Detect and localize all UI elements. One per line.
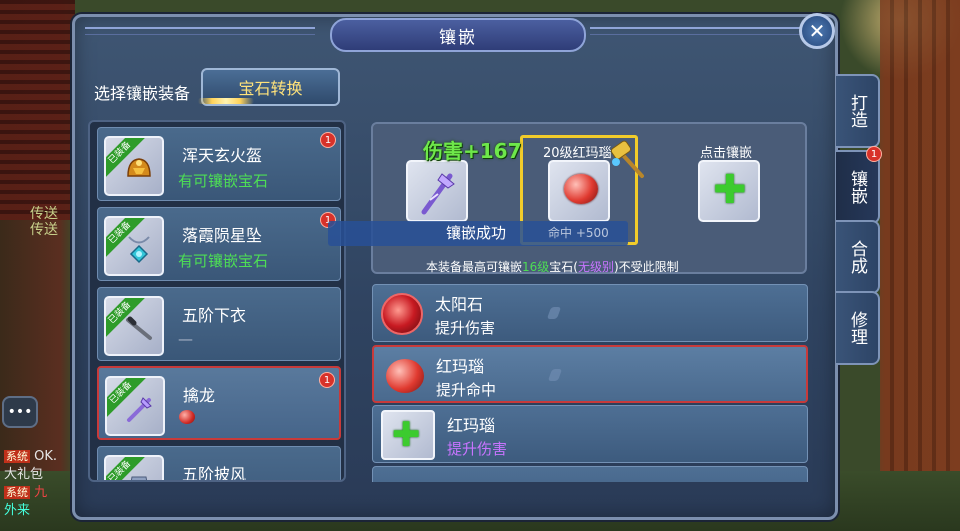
success-message: 镶嵌成功 [446, 224, 507, 242]
select-equipment-label: 选择镶嵌装备 [94, 84, 191, 103]
tab-compose[interactable]: 合成 [836, 220, 880, 294]
temple-roof-right [880, 0, 960, 531]
equipment-slot: 已装备 [104, 296, 164, 356]
row-decoration [546, 307, 562, 319]
gem-effect: 提升伤害 [435, 319, 496, 337]
tab-forge[interactable]: 打造 [836, 74, 880, 148]
inlaid-gem-icon [179, 410, 195, 424]
equipment-status: 有可镶嵌宝石 [178, 172, 269, 190]
gem-row-red-agate-add[interactable]: ✚ 红玛瑙 提升伤害 [372, 405, 808, 463]
pants-icon [126, 316, 152, 340]
equipment-slot: 已装备 [104, 136, 164, 196]
tab-inlay[interactable]: 镶嵌 1 [836, 146, 882, 224]
equipment-name: 擒龙 [183, 386, 216, 405]
equipment-name: 五阶下衣 [182, 306, 247, 325]
notification-badge: 1 [319, 372, 335, 388]
hammer-icon [610, 140, 644, 178]
equipment-preview-slot [406, 160, 468, 222]
equipment-name: 五阶披风 [182, 465, 247, 482]
sparkle-effect [198, 98, 254, 104]
equipment-slot: 已装备 [105, 376, 165, 436]
equipment-name: 落霞陨星坠 [182, 226, 263, 245]
title-decoration-left [85, 27, 315, 35]
pendant-icon [128, 236, 150, 264]
title-decoration-right [590, 27, 820, 35]
add-icon: ✚ [713, 167, 747, 213]
equipment-list[interactable]: 已装备 浑天玄火盔 有可镶嵌宝石 1 已装备 落霞陨星坠 有可镶嵌宝石 1 已装… [88, 120, 346, 482]
add-gem-icon: ✚ [381, 410, 435, 460]
close-icon: ✕ [808, 19, 826, 43]
temple-roof-left [0, 0, 75, 220]
gem-name: 太阳石 [435, 295, 484, 314]
sun-gem-icon [381, 293, 423, 335]
equipment-item-helmet[interactable]: 已装备 浑天玄火盔 有可镶嵌宝石 1 [97, 127, 341, 201]
equipment-name: 浑天玄火盔 [182, 146, 263, 165]
equipment-status: 有可镶嵌宝石 [178, 252, 269, 270]
gem-name: 红玛瑙 [436, 357, 485, 376]
equipment-item-cape[interactable]: 已装备 五阶披风 [97, 446, 341, 482]
gem-row-partial[interactable] [372, 466, 808, 482]
chat-line: 系统 九 [4, 485, 48, 500]
row-decoration [547, 369, 563, 381]
notification-badge: 1 [866, 146, 882, 162]
equipment-item-weapon[interactable]: 已装备 擒龙 1 [97, 366, 341, 440]
red-agate-icon [564, 174, 598, 204]
equipment-item-pendant[interactable]: 已装备 落霞陨星坠 有可镶嵌宝石 1 [97, 207, 341, 281]
panel-title: 镶嵌 [439, 27, 477, 48]
notification-badge: 1 [320, 132, 336, 148]
tab-label: 修理 [847, 311, 867, 345]
gem-row-sunstone[interactable]: 太阳石 提升伤害 [372, 284, 808, 342]
weapon-icon [127, 397, 152, 422]
red-agate-icon [386, 359, 424, 393]
inlay-action-slot[interactable]: ✚ [698, 160, 760, 222]
cape-icon [130, 476, 148, 480]
helmet-icon [127, 158, 151, 177]
add-icon: ✚ [392, 415, 421, 455]
tab-label: 合成 [847, 240, 867, 274]
panel-title-bar: 镶嵌 [330, 18, 586, 52]
equipment-item-pants[interactable]: 已装备 五阶下衣 — [97, 287, 341, 361]
scene-side-text: 传送 传送 [30, 206, 58, 238]
gem-slot[interactable] [548, 160, 610, 222]
gem-effect: 提升伤害 [447, 440, 508, 458]
close-button[interactable]: ✕ [799, 13, 835, 49]
gem-list[interactable]: 太阳石 提升伤害 红玛瑙 提升命中 ✚ 红玛瑙 提升伤害 [372, 282, 808, 482]
gem-name: 红玛瑙 [447, 416, 496, 435]
weapon-icon [421, 173, 455, 215]
gem-slot-title: 20级红玛瑙 [543, 146, 612, 161]
gem-effect: 提升命中 [436, 381, 497, 399]
equipment-slot: 已装备 [104, 455, 164, 480]
gem-attribute-text: 命中 +500 [548, 226, 609, 240]
tab-repair[interactable]: 修理 [836, 291, 880, 365]
equipment-status: — [178, 330, 193, 348]
equipment-slot: 已装备 [104, 216, 164, 276]
damage-float-text: 伤害+167 [423, 139, 522, 163]
chat-button[interactable]: ••• [2, 396, 38, 428]
chat-line: 系统 OK. [4, 449, 58, 464]
click-inlay-title: 点击镶嵌 [700, 146, 753, 161]
chat-log: 系统 OK. 大礼包 系统 九 外来 [4, 448, 74, 520]
inlay-limit-note: 本装备最高可镶嵌16级宝石(无级别)不受此限制 [426, 260, 679, 274]
tab-label: 镶嵌 [847, 170, 867, 204]
chat-line: 外来 [4, 503, 31, 518]
chat-line: 大礼包 [4, 467, 44, 482]
chat-bubble-icon: ••• [7, 404, 33, 420]
tab-label: 打造 [847, 94, 867, 128]
gem-row-red-agate[interactable]: 红玛瑙 提升命中 [372, 345, 808, 403]
